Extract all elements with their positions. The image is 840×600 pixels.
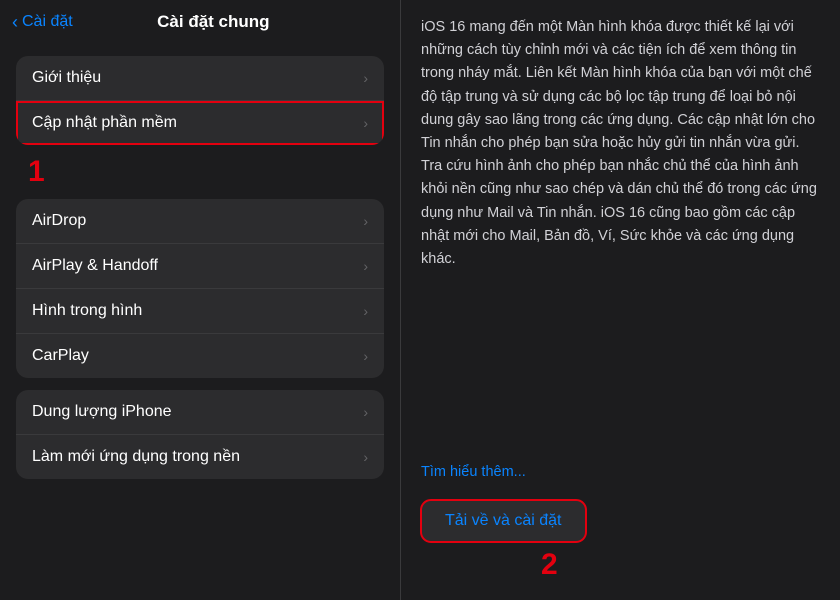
chevron-right-icon: › [363,258,368,274]
settings-item-dung-luong-iphone[interactable]: Dung lượng iPhone › [16,390,384,435]
download-install-label: Tải về và cài đặt [445,512,562,529]
chevron-right-icon: › [363,348,368,364]
settings-item-cap-nhat-phan-mem[interactable]: Cập nhật phần mềm › [16,101,384,145]
bottom-section: Tải về và cài đặt 2 [421,500,820,580]
settings-group-3: Dung lượng iPhone › Làm mới ứng dụng tro… [16,390,384,479]
settings-item-label: Giới thiệu [32,69,101,87]
annotation-1-label: 1 [28,155,45,188]
settings-item-airplay-handoff[interactable]: AirPlay & Handoff › [16,244,384,289]
settings-group-2: AirDrop › AirPlay & Handoff › Hình trong… [16,199,384,378]
chevron-right-icon: › [363,213,368,229]
settings-item-label: Cập nhật phần mềm [32,114,177,132]
settings-item-gioi-thieu[interactable]: Giới thiệu › [16,56,384,101]
left-panel: ‹ Cài đặt Cài đặt chung Giới thiệu › Cập… [0,0,400,600]
settings-item-label: CarPlay [32,347,89,365]
settings-item-label: Dung lượng iPhone [32,403,172,421]
back-chevron-icon: ‹ [12,13,18,31]
settings-group-1: Giới thiệu › Cập nhật phần mềm › [16,56,384,145]
settings-item-lam-moi-ung-dung[interactable]: Làm mới ứng dụng trong nền › [16,435,384,479]
chevron-right-icon: › [363,449,368,465]
learn-more-link[interactable]: Tìm hiểu thêm... [421,464,820,480]
page-title: Cài đặt chung [73,12,354,32]
annotation-2-label: 2 [541,550,558,580]
update-description: iOS 16 mang đến một Màn hình khóa được t… [421,16,820,448]
settings-item-airdrop[interactable]: AirDrop › [16,199,384,244]
right-panel: iOS 16 mang đến một Màn hình khóa được t… [400,0,840,600]
settings-item-label: AirDrop [32,212,86,230]
settings-item-label: Hình trong hình [32,302,142,320]
chevron-right-icon: › [363,303,368,319]
chevron-right-icon: › [363,115,368,131]
download-install-button[interactable]: Tải về và cài đặt [421,500,586,542]
chevron-right-icon: › [363,404,368,420]
settings-item-carplay[interactable]: CarPlay › [16,334,384,378]
back-button[interactable]: ‹ Cài đặt [12,13,73,31]
settings-item-hinh-trong-hinh[interactable]: Hình trong hình › [16,289,384,334]
header: ‹ Cài đặt Cài đặt chung [0,0,400,40]
settings-item-label: AirPlay & Handoff [32,257,158,275]
settings-item-label: Làm mới ứng dụng trong nền [32,448,240,466]
chevron-right-icon: › [363,70,368,86]
settings-list: Giới thiệu › Cập nhật phần mềm › 1 AirDr… [0,40,400,600]
back-label: Cài đặt [22,13,73,31]
